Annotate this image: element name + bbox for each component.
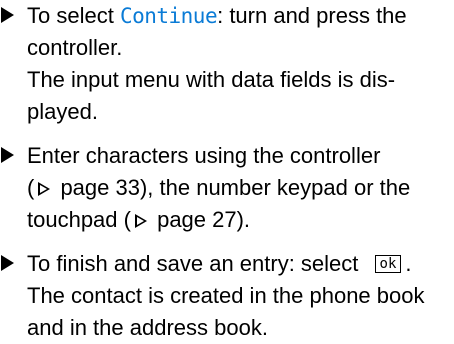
step-enter-characters: Enter characters using the controller ( … xyxy=(0,140,454,236)
step-text: page 33), the number keypad or the xyxy=(54,175,411,200)
step-text: To select xyxy=(27,3,120,28)
step-line: controller. xyxy=(27,35,123,60)
step-line: To finish and save an entry: select ok. xyxy=(27,248,454,280)
continue-menu-term: Continue xyxy=(119,4,218,28)
step-line: touchpad ( page 27). xyxy=(27,204,454,236)
step-text: page 27). xyxy=(150,207,251,232)
page-reference-icon xyxy=(38,182,51,196)
bullet-arrow-icon xyxy=(1,7,14,23)
step-text: ( xyxy=(27,175,35,200)
step-line: The input menu with data fields is dis- xyxy=(27,67,396,92)
step-text: : turn and press the xyxy=(217,3,407,28)
manual-page: To select Continue: turn and press the c… xyxy=(0,0,454,340)
step-text: touchpad ( xyxy=(27,207,131,232)
step-finish-and-save: To finish and save an entry: select ok. … xyxy=(0,248,454,344)
page-reference-icon xyxy=(134,214,147,228)
bullet-arrow-icon xyxy=(1,147,14,163)
step-line: played. xyxy=(27,99,98,124)
step-line: The contact is created in the phone book xyxy=(27,283,425,308)
step-text: To finish and save an entry: select xyxy=(27,251,365,276)
step-text: . xyxy=(405,251,412,276)
step-line: To select Continue: turn and press the xyxy=(27,0,454,32)
step-line: ( page 33), the number keypad or the xyxy=(27,172,454,204)
step-select-continue: To select Continue: turn and press the c… xyxy=(0,0,454,128)
bullet-arrow-icon xyxy=(1,255,14,271)
step-line: and in the address book. xyxy=(27,315,268,340)
step-line: Enter characters using the controller xyxy=(27,143,381,168)
ok-key-icon: ok xyxy=(374,255,402,273)
